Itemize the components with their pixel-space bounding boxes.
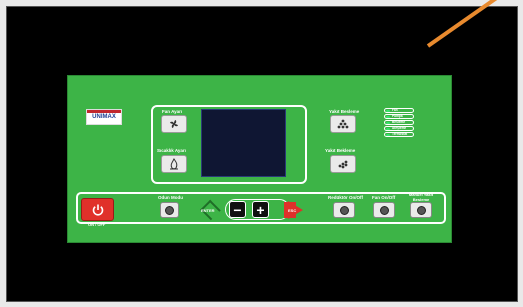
fan-onoff-button[interactable] — [373, 202, 395, 218]
indicator-feed: Besleme — [384, 120, 414, 125]
knob-icon — [416, 205, 426, 215]
manual-fuel-label: Manuel Yakıt Besleme — [408, 192, 434, 202]
fan-icon — [170, 120, 178, 128]
enter-label: ENTER — [201, 208, 215, 213]
knob-icon — [379, 205, 389, 215]
indicator-fan: Fan — [384, 108, 414, 113]
indicator-pump: Pompa — [384, 114, 414, 119]
feeder-onoff-button[interactable] — [333, 202, 355, 218]
knob-icon — [165, 205, 174, 215]
logo-text: UNIMAX — [92, 114, 116, 120]
manual-fuel-button[interactable] — [410, 202, 432, 218]
fuel-wait-label: Yakıt Bekleme — [325, 148, 356, 153]
fan-setting-label: Fan Ayarı — [162, 109, 183, 114]
pellet-wait-icon — [338, 160, 348, 169]
indicator-thermostat: Termostat — [384, 132, 414, 137]
power-label: ON / OFF — [88, 222, 106, 227]
fuel-load-label: Yakıt Besleme — [329, 109, 360, 114]
lcd-display — [201, 109, 286, 177]
knob-icon — [339, 205, 349, 215]
fan-onoff-label: Fan On/Off — [372, 195, 396, 200]
heat-setting-label: Sıcaklık Ayarı — [157, 148, 186, 153]
pellet-pile-icon — [337, 119, 349, 129]
indicator-ignition: Ateşleme — [384, 126, 414, 131]
power-button[interactable] — [81, 198, 114, 221]
indicator-label: Fan — [392, 108, 398, 112]
led-icon — [386, 133, 390, 136]
led-icon — [386, 127, 390, 130]
indicator-label: Ateşleme — [392, 126, 407, 130]
led-icon — [386, 115, 390, 118]
indicator-label: Termostat — [392, 132, 408, 136]
heat-setting-button[interactable] — [161, 155, 187, 173]
control-panel: UNIMAX Fan Ayarı Sıcaklık Ayarı Yakıt Be… — [67, 75, 452, 243]
plus-button[interactable]: + — [252, 201, 269, 218]
led-icon — [386, 109, 390, 112]
indicator-label: Besleme — [392, 120, 406, 124]
power-icon — [92, 204, 103, 216]
wood-mode-label: Odun Modu — [158, 195, 183, 200]
indicator-label: Pompa — [392, 114, 403, 118]
brand-logo: UNIMAX — [86, 109, 122, 125]
led-icon — [386, 121, 390, 124]
wood-mode-button[interactable] — [160, 202, 179, 218]
fuel-load-button[interactable] — [330, 115, 356, 133]
esc-label: ESC — [288, 208, 297, 213]
fuel-wait-button[interactable] — [330, 155, 356, 173]
feeder-onoff-label: Redüktör On/Off — [328, 195, 363, 200]
fan-setting-button[interactable] — [161, 115, 187, 133]
flame-icon — [170, 158, 178, 170]
minus-button[interactable]: − — [229, 201, 246, 218]
